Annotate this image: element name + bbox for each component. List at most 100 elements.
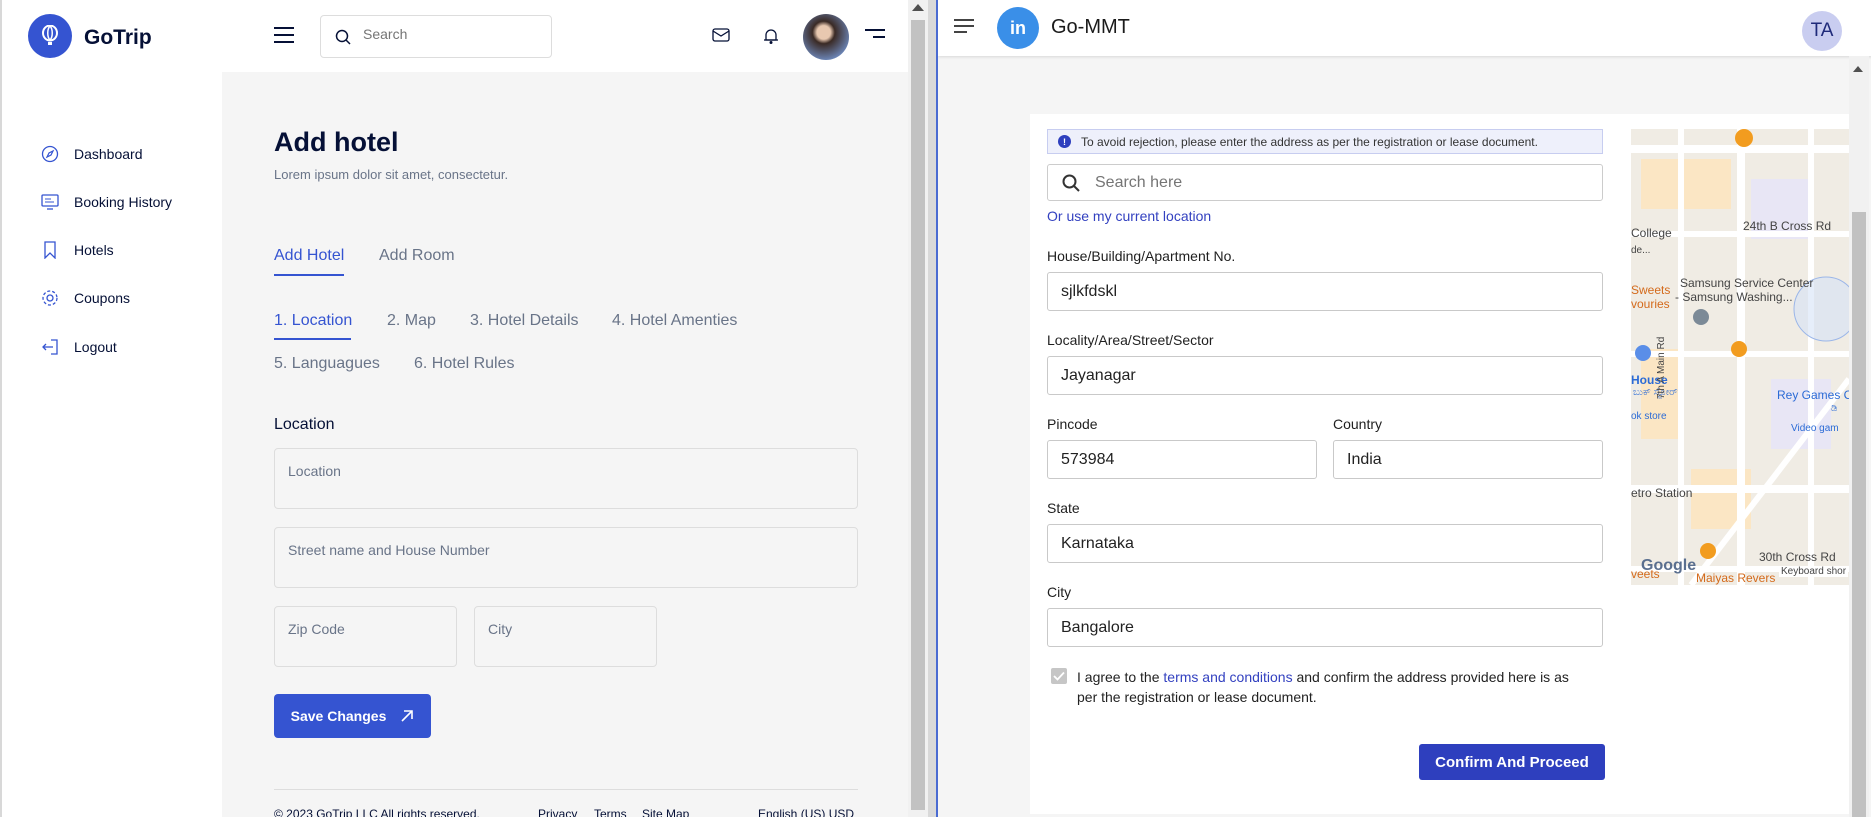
hamburger-menu-icon[interactable] (954, 19, 974, 37)
footer-sitemap-link[interactable]: Site Map (642, 807, 689, 817)
scroll-thumb[interactable] (911, 20, 925, 810)
gotrip-logo[interactable] (28, 14, 72, 58)
step-hotel-details[interactable]: 3. Hotel Details (470, 312, 579, 330)
right-scrollbar[interactable] (1849, 56, 1869, 817)
city-input[interactable]: Bangalore (1047, 608, 1603, 647)
sidebar-item-coupons[interactable]: Coupons (40, 286, 130, 310)
state-input[interactable]: Karnataka (1047, 524, 1603, 563)
address-search[interactable] (1047, 164, 1603, 201)
arrow-up-right-icon (401, 710, 414, 722)
footer-divider (274, 789, 858, 790)
map-label: veets (1631, 567, 1660, 581)
logout-icon (42, 339, 58, 355)
sidebar-item-booking-history[interactable]: Booking History (40, 190, 172, 214)
gear-icon (42, 290, 58, 306)
monitor-icon (41, 194, 59, 210)
street-field[interactable]: Street name and House Number (274, 527, 858, 588)
house-label: House/Building/Apartment No. (1047, 248, 1236, 264)
tab-add-room[interactable]: Add Room (379, 247, 455, 265)
confirm-and-proceed-button[interactable]: Confirm And Proceed (1419, 744, 1605, 780)
pincode-label: Pincode (1047, 416, 1098, 432)
map-label: Sweets (1631, 283, 1671, 297)
agree-prefix: I agree to the (1077, 669, 1164, 685)
use-current-location-link[interactable]: Or use my current location (1047, 208, 1211, 224)
checkmark-icon (1053, 671, 1065, 681)
location-placeholder: Location (288, 463, 341, 479)
agree-checkbox[interactable] (1051, 668, 1067, 684)
sidebar-item-label: Hotels (74, 242, 114, 258)
user-avatar[interactable]: TA (1802, 11, 1842, 51)
gotrip-header: GoTrip (2, 0, 908, 72)
user-avatar[interactable] (803, 14, 849, 60)
map-label: College (1631, 226, 1672, 240)
balloon-icon (42, 25, 58, 45)
map-label: Video gam (1791, 423, 1839, 434)
zip-field[interactable]: Zip Code (274, 606, 457, 667)
city-placeholder: City (488, 621, 513, 637)
gotrip-window: GoTrip Dashboard Booking History Hot (0, 0, 908, 817)
pincode-input[interactable]: 573984 (1047, 440, 1317, 479)
more-menu-icon[interactable] (865, 29, 885, 43)
map-label: 24th B Cross Rd (1743, 219, 1832, 233)
step-map[interactable]: 2. Map (387, 312, 436, 330)
step-hotel-rules[interactable]: 6. Hotel Rules (414, 355, 515, 373)
step-hotel-amenities[interactable]: 4. Hotel Amenties (612, 312, 737, 330)
tab-add-hotel[interactable]: Add Hotel (274, 247, 344, 265)
tab-underline (274, 274, 344, 276)
map-label: Samsung Service Center (1680, 276, 1814, 290)
gommt-header: in Go-MMT TA (938, 0, 1871, 56)
locality-input[interactable]: Jayanagar (1047, 356, 1603, 395)
sidebar-item-dashboard[interactable]: Dashboard (40, 142, 143, 166)
country-label: Country (1333, 416, 1383, 432)
step-languages[interactable]: 5. Languagues (274, 355, 380, 373)
keyboard-shortcuts-link[interactable]: Keyboard shor (1779, 566, 1849, 577)
save-changes-button[interactable]: Save Changes (274, 694, 431, 738)
sidebar-item-label: Booking History (74, 194, 173, 210)
map-label: - Samsung Washing... (1675, 290, 1793, 304)
window-divider (928, 0, 936, 817)
scroll-up-arrow-icon[interactable] (1853, 66, 1863, 72)
map-label: Rey Games C (1777, 388, 1849, 402)
footer-privacy-link[interactable]: Privacy (538, 807, 577, 817)
screen: GoTrip Dashboard Booking History Hot (0, 0, 1871, 817)
compass-icon (41, 145, 59, 163)
sidebar-item-hotels[interactable]: Hotels (40, 238, 114, 262)
scroll-up-arrow-icon[interactable] (912, 4, 924, 11)
map-label: 7th A Main Rd (1656, 336, 1667, 399)
sidebar-item-label: Logout (74, 339, 117, 355)
terms-link[interactable]: terms and conditions (1163, 669, 1292, 685)
agree-text: I agree to the terms and conditions and … (1077, 667, 1587, 707)
notice-text: To avoid rejection, please enter the add… (1081, 134, 1538, 149)
map-label: Maiyas Revers (1696, 571, 1776, 585)
info-notice: ! To avoid rejection, please enter the a… (1047, 129, 1603, 154)
map-label: 30th Cross Rd (1759, 550, 1836, 564)
page-subtitle: Lorem ipsum dolor sit amet, consectetur. (274, 167, 509, 182)
left-scrollbar[interactable] (908, 0, 928, 817)
gommt-window: in Go-MMT TA ! To avoid rejection, pleas… (936, 0, 1871, 817)
info-icon: ! (1058, 135, 1071, 148)
country-input[interactable]: India (1333, 440, 1603, 479)
section-title: Location (274, 416, 335, 433)
sidebar-item-logout[interactable]: Logout (40, 335, 117, 359)
location-map[interactable]: College de... 24th B Cross Rd Sweets vou… (1631, 129, 1849, 585)
city-label: City (1047, 584, 1072, 600)
gommt-logo[interactable]: in (997, 7, 1039, 49)
footer-locale[interactable]: English (US) USD (758, 807, 854, 817)
locality-label: Locality/Area/Street/Sector (1047, 332, 1214, 348)
bell-icon[interactable] (763, 27, 779, 45)
footer-copyright: © 2023 GoTrip LLC All rights reserved. (274, 807, 480, 817)
footer-terms-link[interactable]: Terms (594, 807, 627, 817)
location-field[interactable]: Location (274, 448, 858, 509)
mail-icon[interactable] (712, 27, 730, 43)
address-search-input[interactable] (1095, 174, 1575, 192)
step-location[interactable]: 1. Location (274, 312, 352, 330)
menu-toggle-icon[interactable] (274, 27, 294, 45)
city-field[interactable]: City (474, 606, 657, 667)
search-input[interactable] (363, 26, 533, 42)
search-icon (1062, 174, 1080, 192)
house-input[interactable]: sjlkfdskl (1047, 272, 1603, 311)
scroll-thumb[interactable] (1852, 212, 1866, 817)
bookmark-icon (44, 241, 56, 259)
map-label: ಡಿ (1831, 403, 1838, 414)
header-search[interactable] (320, 15, 552, 58)
